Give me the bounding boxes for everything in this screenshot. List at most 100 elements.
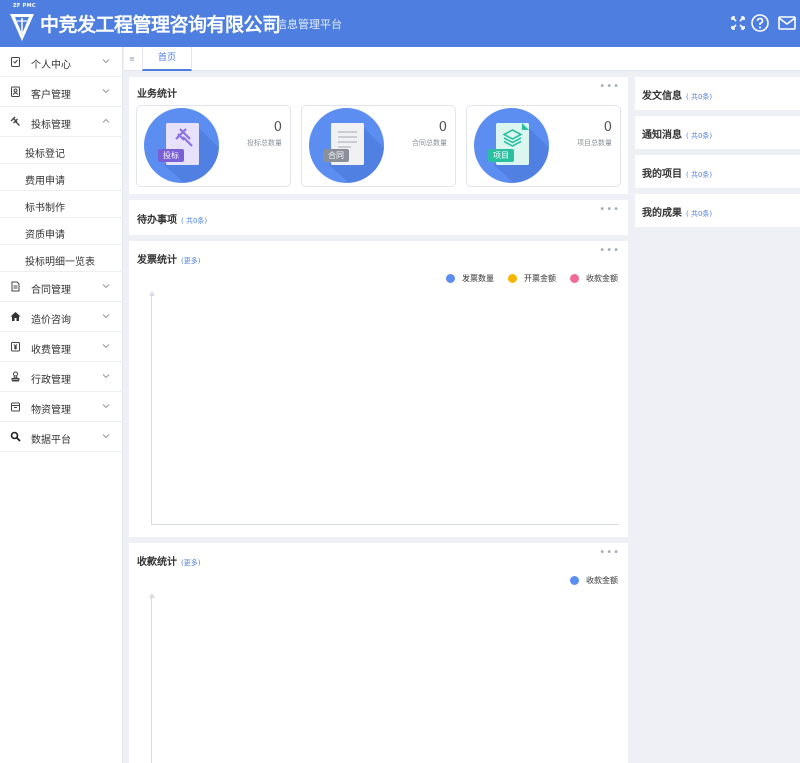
fullscreen-icon[interactable]	[728, 13, 748, 33]
stamp-icon	[11, 371, 20, 382]
sidebar-item-customer[interactable]: 客户管理	[0, 77, 123, 107]
legend-dot	[570, 274, 579, 283]
card-title: 待办事项 ( 共0条)	[137, 211, 207, 226]
y-axis	[151, 598, 152, 763]
chevron-down-icon	[102, 344, 110, 349]
sidebar-item-label: 收费管理	[31, 345, 71, 356]
sidebar-item-data-platform[interactable]: 数据平台	[0, 422, 123, 452]
sidebar-subitem-bid-register[interactable]: 投标登记	[0, 137, 123, 164]
sidebar-item-label: 造价咨询	[31, 315, 71, 326]
sidebar-subitem-label: 费用申请	[25, 176, 65, 187]
stat-contracts[interactable]: 合同 0 合同总数量	[301, 105, 456, 187]
more-options-icon[interactable]: •••	[599, 81, 620, 92]
stat-projects[interactable]: 项目 0 项目总数量	[466, 105, 621, 187]
chevron-down-icon	[102, 59, 110, 64]
panel-my-results[interactable]: 我的成果 ( 共0条)	[635, 194, 800, 227]
home-icon	[10, 312, 21, 321]
stat-tag: 项目	[488, 149, 514, 162]
chevron-down-icon	[102, 314, 110, 319]
stat-label: 项目总数量	[577, 139, 612, 147]
x-axis	[151, 524, 619, 525]
sidebar-subitem-bid-document[interactable]: 标书制作	[0, 191, 123, 218]
panel-title: 我的成果 ( 共0条)	[642, 204, 712, 219]
legend-label[interactable]: 收款金额	[586, 273, 618, 284]
tab-bar: ≡ 首页	[124, 47, 800, 71]
stat-value: 0	[438, 120, 447, 135]
mail-icon[interactable]	[777, 13, 797, 33]
legend-dot	[570, 576, 579, 585]
menu-toggle-icon[interactable]: ≡	[129, 55, 135, 63]
sidebar: 个人中心 客户管理 投标管理 投标登记 费用申请 标书制作 资质申请 投标明细一…	[0, 47, 123, 763]
sidebar-subitem-bid-detail-list[interactable]: 投标明细一览表	[0, 245, 123, 272]
logo-abbreviation: ZF PMC	[13, 3, 36, 9]
tab-home[interactable]: 首页	[142, 47, 192, 71]
legend-label[interactable]: 收款金额	[586, 575, 618, 586]
sidebar-subitem-label: 投标明细一览表	[25, 257, 95, 268]
sidebar-item-administration[interactable]: 行政管理	[0, 362, 123, 392]
stat-label: 合同总数量	[412, 139, 447, 147]
sidebar-item-contract[interactable]: 合同管理	[0, 272, 123, 302]
help-icon[interactable]	[750, 13, 770, 33]
sidebar-item-label: 投标管理	[31, 120, 71, 131]
card-title: 收款统计 (更多)	[137, 553, 200, 568]
receipt-more-link[interactable]: (更多)	[181, 559, 200, 567]
contact-icon	[11, 86, 20, 97]
panel-dispatch-info[interactable]: 发文信息 ( 共0条)	[635, 77, 800, 110]
sidebar-item-fee-management[interactable]: 收费管理	[0, 332, 123, 362]
gavel-icon	[10, 116, 20, 126]
receipt-stats-card: 收款统计 (更多) ••• 收款金额	[129, 543, 628, 763]
sidebar-item-personal-center[interactable]: 个人中心	[0, 47, 123, 77]
sidebar-subitem-label: 标书制作	[25, 203, 65, 214]
sidebar-item-label: 个人中心	[31, 60, 71, 71]
search-icon	[10, 431, 21, 442]
logo-icon	[10, 14, 34, 41]
panel-title-text: 我的成果	[642, 208, 682, 219]
sidebar-item-label: 合同管理	[31, 285, 71, 296]
invoice-more-link[interactable]: (更多)	[181, 257, 200, 265]
receipt-title: 收款统计	[137, 557, 177, 568]
more-options-icon[interactable]: •••	[599, 204, 620, 215]
panel-title-text: 通知消息	[642, 130, 682, 141]
sidebar-item-label: 物资管理	[31, 405, 71, 416]
header-divider	[269, 15, 270, 32]
sidebar-item-bidding[interactable]: 投标管理	[0, 107, 123, 137]
company-name: 中竞发工程管理咨询有限公司	[40, 14, 281, 36]
stat-label: 投标总数量	[247, 139, 282, 147]
stat-circle: 投标	[144, 108, 219, 183]
stat-bids[interactable]: 投标 0 投标总数量	[136, 105, 291, 187]
chart-legend: 收款金额	[556, 575, 618, 586]
invoice-stats-card: 发票统计 (更多) ••• 发票数量 开票金额 收款金额	[129, 241, 628, 537]
panel-count: ( 共0条)	[686, 132, 713, 140]
more-options-icon[interactable]: •••	[599, 245, 620, 256]
sidebar-item-materials[interactable]: 物资管理	[0, 392, 123, 422]
money-icon	[11, 342, 20, 352]
more-options-icon[interactable]: •••	[599, 547, 620, 558]
stat-circle: 合同	[309, 108, 384, 183]
stat-tag: 合同	[323, 149, 349, 162]
sidebar-item-cost-consulting[interactable]: 造价咨询	[0, 302, 123, 332]
top-header: ZF PMC 中竞发工程管理咨询有限公司 信息管理平台	[0, 0, 800, 47]
card-title: 业务统计	[137, 89, 177, 100]
stat-circle: 项目	[474, 108, 549, 183]
panel-my-projects[interactable]: 我的项目 ( 共0条)	[635, 155, 800, 188]
chevron-down-icon	[102, 404, 110, 409]
legend-label[interactable]: 发票数量	[462, 273, 494, 284]
todo-count: ( 共0条)	[181, 217, 208, 225]
sidebar-subitem-label: 资质申请	[25, 230, 65, 241]
panel-notifications[interactable]: 通知消息 ( 共0条)	[635, 116, 800, 149]
platform-name: 信息管理平台	[276, 18, 342, 31]
panel-title-text: 我的项目	[642, 169, 682, 180]
chart-legend: 发票数量 开票金额 收款金额	[432, 273, 618, 284]
invoice-title: 发票统计	[137, 255, 177, 266]
y-axis	[151, 296, 152, 524]
chevron-down-icon	[102, 434, 110, 439]
y-axis-arrow	[149, 291, 155, 296]
sidebar-subitem-fee-request[interactable]: 费用申请	[0, 164, 123, 191]
todo-card: 待办事项 ( 共0条) •••	[129, 200, 628, 235]
legend-label[interactable]: 开票金额	[524, 273, 556, 284]
sidebar-subitem-qualification[interactable]: 资质申请	[0, 218, 123, 245]
panel-title: 通知消息 ( 共0条)	[642, 126, 712, 141]
chevron-up-icon	[102, 118, 110, 123]
panel-title: 发文信息 ( 共0条)	[642, 87, 712, 102]
panel-count: ( 共0条)	[686, 210, 713, 218]
